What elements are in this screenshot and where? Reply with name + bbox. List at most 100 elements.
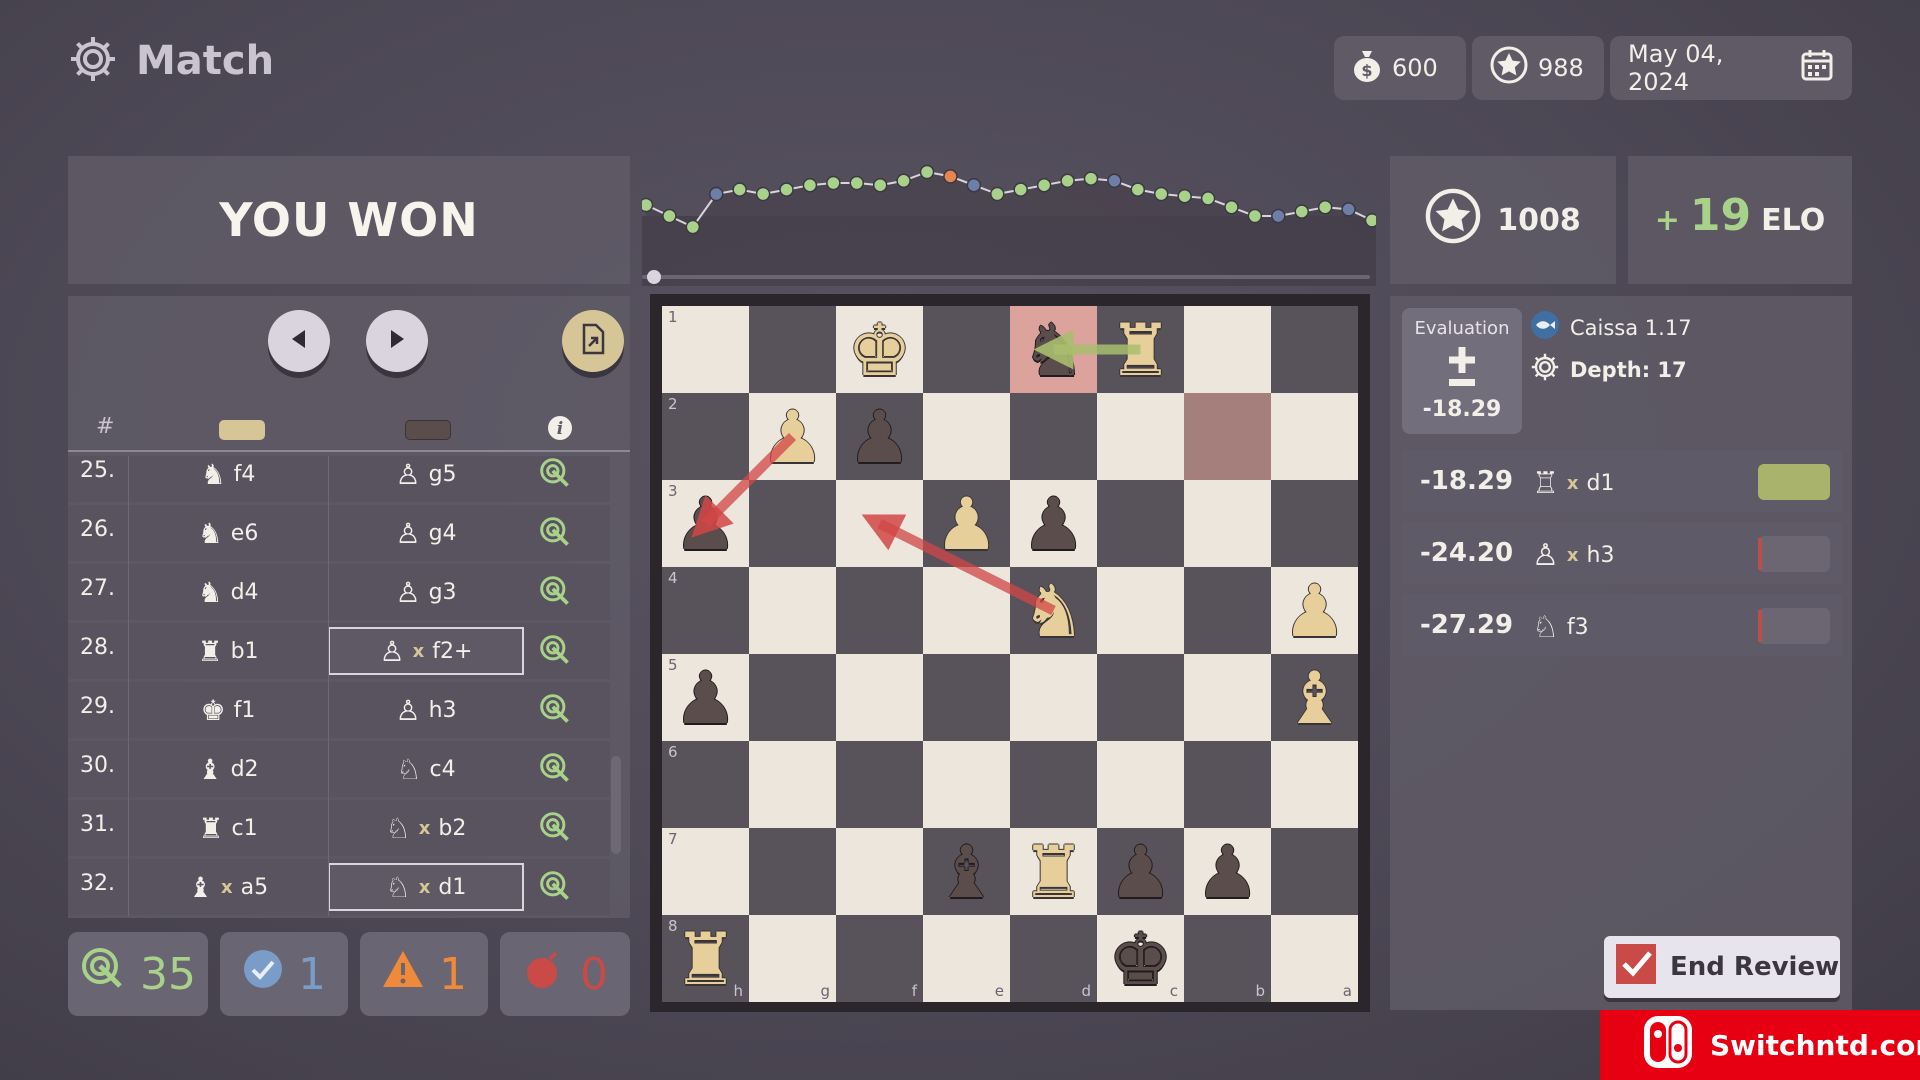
graph-point[interactable]: [1341, 202, 1356, 217]
square-h7[interactable]: 7: [662, 828, 749, 915]
black-pawn-piece[interactable]: ♟: [662, 654, 749, 741]
graph-point[interactable]: [709, 186, 724, 202]
black-move[interactable]: ♘ c4: [328, 745, 524, 793]
graph-point[interactable]: [1130, 182, 1146, 197]
graph-point[interactable]: [1153, 186, 1169, 202]
square-a1[interactable]: [1271, 306, 1358, 393]
graph-point[interactable]: [919, 164, 935, 180]
best-move-target-icon[interactable]: [538, 751, 572, 791]
black-pawn-piece[interactable]: ♟: [836, 393, 923, 480]
white-pawn-piece[interactable]: ♟: [1271, 567, 1358, 654]
graph-point[interactable]: [755, 186, 771, 202]
black-pawn-piece[interactable]: ♟: [1184, 828, 1271, 915]
best-move-target-icon[interactable]: [538, 456, 572, 496]
graph-scrubber[interactable]: [642, 270, 1370, 284]
square-b1[interactable]: [1184, 306, 1271, 393]
square-h1[interactable]: 1: [662, 306, 749, 393]
black-move[interactable]: ♘ x b2: [328, 804, 524, 852]
engine-line-row[interactable]: -24.20 ♙ x h3: [1402, 522, 1842, 584]
graph-point[interactable]: [779, 182, 794, 197]
square-d5[interactable]: [1010, 654, 1097, 741]
square-f8[interactable]: f: [836, 915, 923, 1002]
square-a6[interactable]: [1271, 741, 1358, 828]
square-a7[interactable]: [1271, 828, 1358, 915]
square-a2[interactable]: [1271, 393, 1358, 480]
graph-point[interactable]: [990, 186, 1005, 202]
graph-point[interactable]: [802, 177, 818, 193]
next-move-button[interactable]: [366, 310, 428, 372]
square-f7[interactable]: [836, 828, 923, 915]
graph-point[interactable]: [896, 173, 911, 189]
black-pawn-piece[interactable]: ♟: [662, 480, 749, 567]
gear-icon[interactable]: [68, 34, 118, 88]
square-g3[interactable]: [749, 480, 836, 567]
square-h6[interactable]: 6: [662, 741, 749, 828]
square-g4[interactable]: [749, 567, 836, 654]
graph-point[interactable]: [1364, 213, 1377, 228]
square-e5[interactable]: [923, 654, 1010, 741]
square-d6[interactable]: [1010, 741, 1097, 828]
square-c5[interactable]: [1097, 654, 1184, 741]
black-move[interactable]: ♘ x d1: [328, 863, 524, 911]
white-pawn-piece[interactable]: ♟: [749, 393, 836, 480]
square-g5[interactable]: [749, 654, 836, 741]
graph-point[interactable]: [1224, 199, 1239, 215]
white-move[interactable]: ♞ f4: [128, 456, 328, 498]
white-move[interactable]: ♝ x a5: [128, 863, 328, 911]
export-pgn-button[interactable]: [562, 310, 624, 372]
graph-point[interactable]: [1317, 199, 1333, 215]
best-move-target-icon[interactable]: [538, 515, 572, 555]
best-move-target-icon[interactable]: [538, 574, 572, 614]
square-c6[interactable]: [1097, 741, 1184, 828]
white-rook-piece[interactable]: ♜: [662, 915, 749, 1002]
square-f4[interactable]: [836, 567, 923, 654]
graph-point[interactable]: [1083, 171, 1099, 186]
square-e8[interactable]: e: [923, 915, 1010, 1002]
square-g7[interactable]: [749, 828, 836, 915]
best-move-target-icon[interactable]: [538, 869, 572, 909]
black-bishop-piece[interactable]: ♝: [923, 828, 1010, 915]
white-move[interactable]: ♞ e6: [128, 509, 328, 557]
graph-point[interactable]: [1200, 191, 1216, 206]
white-rook-piece[interactable]: ♜: [1097, 306, 1184, 393]
graph-point[interactable]: [662, 208, 677, 224]
square-h2[interactable]: 2: [662, 393, 749, 480]
move-list[interactable]: 25. ♞ f4 ♙ g5 26. ♞ e6 ♙ g4 27. ♞ d4 ♙ g3 28. ♜ b1 ♙ x f2+ 29…: [68, 456, 610, 916]
black-move[interactable]: ♙ h3: [328, 686, 524, 734]
end-review-button[interactable]: End Review: [1604, 936, 1840, 998]
white-move[interactable]: ♜ c1: [128, 804, 328, 852]
white-king-piece[interactable]: ♚: [836, 306, 923, 393]
graph-point[interactable]: [966, 177, 982, 193]
graph-point[interactable]: [872, 177, 888, 193]
graph-point[interactable]: [685, 219, 701, 235]
graph-point[interactable]: [1013, 182, 1028, 197]
best-move-target-icon[interactable]: [538, 692, 572, 732]
evaluation-graph[interactable]: [642, 156, 1376, 286]
graph-point[interactable]: [1060, 173, 1075, 189]
chess-board[interactable]: 1 2 3 4 5 6 7 8 h g f e d c b a ♚ ♞ ♜ ♟ ♟ ♟ ♟ ♟ ♞ ♟ ♟ ♝ ♝ ♜ ♟ ♟ ♜ ♚: [662, 306, 1358, 1002]
white-move[interactable]: ♞ d4: [128, 568, 328, 616]
graph-point[interactable]: [1036, 177, 1052, 193]
black-move[interactable]: ♙ g4: [328, 509, 524, 557]
best-move-target-icon[interactable]: [538, 810, 572, 850]
graph-point[interactable]: [1107, 173, 1122, 189]
graph-point[interactable]: [826, 175, 841, 191]
graph-point[interactable]: [943, 169, 958, 184]
square-e1[interactable]: [923, 306, 1010, 393]
square-a8[interactable]: a: [1271, 915, 1358, 1002]
black-pawn-piece[interactable]: ♟: [1097, 828, 1184, 915]
square-e4[interactable]: [923, 567, 1010, 654]
square-c4[interactable]: [1097, 567, 1184, 654]
white-move[interactable]: ♚ f1: [128, 686, 328, 734]
engine-line-row[interactable]: -27.29 ♘ f3: [1402, 594, 1842, 656]
square-b8[interactable]: b: [1184, 915, 1271, 1002]
square-e6[interactable]: [923, 741, 1010, 828]
white-move[interactable]: ♜ b1: [128, 627, 328, 675]
graph-point[interactable]: [849, 175, 865, 191]
square-b5[interactable]: [1184, 654, 1271, 741]
graph-point[interactable]: [1271, 208, 1286, 224]
graph-point[interactable]: [1294, 204, 1309, 219]
black-knight-piece[interactable]: ♞: [1010, 306, 1097, 393]
black-move[interactable]: ♙ g3: [328, 568, 524, 616]
square-b6[interactable]: [1184, 741, 1271, 828]
